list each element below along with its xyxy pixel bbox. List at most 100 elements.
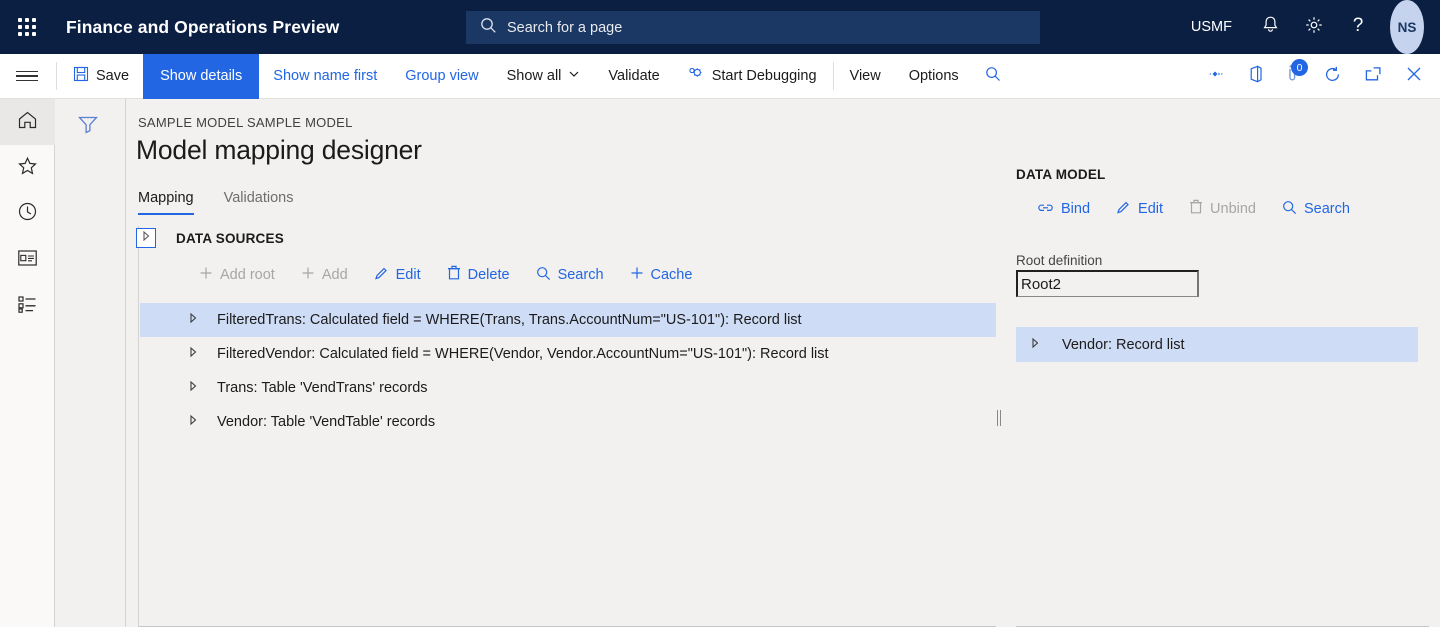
- root-definition-label: Root definition: [1016, 253, 1103, 268]
- sidebar-item-recent[interactable]: [0, 191, 55, 237]
- page-title: Model mapping designer: [136, 135, 422, 165]
- pencil-icon: [1116, 200, 1131, 219]
- data-model-heading: DATA MODEL: [1016, 167, 1106, 182]
- chevron-right-icon[interactable]: [1030, 336, 1040, 354]
- company-selector[interactable]: USMF: [1175, 0, 1248, 54]
- data-source-label: Trans: Table 'VendTrans' records: [217, 380, 428, 396]
- data-source-row[interactable]: Trans: Table 'VendTrans' records: [140, 371, 996, 405]
- filter-icon: [77, 114, 99, 139]
- notes-button[interactable]: 0: [1274, 54, 1312, 98]
- unbind-button[interactable]: Unbind: [1176, 194, 1269, 224]
- add-root-button[interactable]: Add root: [186, 260, 288, 290]
- edit-binding-button[interactable]: Edit: [1103, 194, 1176, 224]
- data-source-row[interactable]: Vendor: Table 'VendTable' records: [140, 405, 996, 439]
- global-search-input[interactable]: Search for a page: [466, 11, 1040, 44]
- sidebar-item-workspaces[interactable]: [0, 237, 55, 283]
- data-model-panel: DATA MODEL Bind Edit Unbind Search Root …: [1016, 167, 1429, 627]
- tab-validations[interactable]: Validations: [224, 190, 294, 215]
- star-icon: [17, 156, 38, 181]
- main-content-area: SAMPLE MODEL SAMPLE MODEL Model mapping …: [127, 99, 1440, 627]
- validate-button[interactable]: Validate: [594, 54, 673, 98]
- data-source-label: FilteredVendor: Calculated field = WHERE…: [217, 346, 829, 362]
- page-tabs: Mapping Validations: [138, 190, 293, 215]
- group-view-button[interactable]: Group view: [391, 54, 492, 98]
- view-label: View: [849, 68, 881, 84]
- delete-data-source-button[interactable]: Delete: [434, 260, 523, 290]
- search-icon: [480, 17, 497, 39]
- notifications-button[interactable]: [1248, 0, 1292, 54]
- close-button[interactable]: [1394, 54, 1434, 98]
- save-button[interactable]: Save: [59, 54, 143, 98]
- search-icon: [985, 66, 1001, 86]
- tab-mapping[interactable]: Mapping: [138, 190, 194, 215]
- data-source-row[interactable]: FilteredVendor: Calculated field = WHERE…: [140, 337, 996, 371]
- search-data-model-button[interactable]: Search: [1269, 194, 1363, 224]
- avatar[interactable]: NS: [1390, 0, 1424, 54]
- gear-icon: [1304, 15, 1324, 40]
- navigation-menu-button[interactable]: [0, 54, 54, 98]
- search-icon: [1282, 200, 1297, 219]
- add-button[interactable]: Add: [288, 260, 361, 290]
- expand-panel-button[interactable]: [136, 228, 156, 248]
- chevron-right-icon[interactable]: [188, 380, 198, 396]
- avatar-initials: NS: [1397, 19, 1417, 35]
- settings-button[interactable]: [1292, 0, 1336, 54]
- show-details-button[interactable]: Show details: [143, 53, 260, 99]
- filter-button[interactable]: [73, 111, 103, 141]
- chevron-right-icon[interactable]: [188, 312, 198, 328]
- office-icon: [1248, 65, 1263, 87]
- chevron-right-icon[interactable]: [188, 346, 198, 362]
- search-data-source-button[interactable]: Search: [523, 260, 617, 290]
- left-navigation-rail: [0, 99, 55, 627]
- application-window: Finance and Operations Preview Search fo…: [0, 0, 1440, 627]
- command-bar: Save Show details Show name first Group …: [0, 53, 1440, 99]
- help-button[interactable]: ?: [1336, 0, 1380, 54]
- app-launcher-button[interactable]: [0, 0, 54, 54]
- data-model-row-label: Vendor: Record list: [1062, 336, 1185, 353]
- data-sources-tree: FilteredTrans: Calculated field = WHERE(…: [140, 303, 996, 439]
- sidebar-item-home[interactable]: [0, 99, 55, 145]
- add-label: Add: [321, 267, 348, 283]
- sidebar-item-favorites[interactable]: [0, 145, 55, 191]
- notes-badge: 0: [1291, 59, 1308, 76]
- show-name-first-button[interactable]: Show name first: [259, 54, 391, 98]
- hamburger-icon: [16, 68, 38, 84]
- command-bar-right-actions: 0: [1195, 54, 1440, 98]
- close-icon: [1405, 65, 1423, 87]
- filter-strip: [56, 99, 126, 627]
- attachments-button[interactable]: [1195, 54, 1237, 98]
- trash-icon: [447, 265, 461, 285]
- open-in-new-window-button[interactable]: [1353, 54, 1394, 98]
- data-sources-panel: DATA SOURCES Add root Add Edit Delete Se…: [136, 226, 996, 627]
- show-all-dropdown[interactable]: Show all: [493, 54, 595, 98]
- data-model-row[interactable]: Vendor: Record list: [1016, 327, 1418, 362]
- view-button[interactable]: View: [836, 54, 895, 98]
- start-debugging-button[interactable]: Start Debugging: [674, 54, 831, 98]
- tab-mapping-label: Mapping: [138, 190, 194, 206]
- plus-icon: [199, 266, 213, 284]
- root-definition-input[interactable]: [1016, 270, 1199, 297]
- options-button[interactable]: Options: [895, 54, 973, 98]
- bind-button[interactable]: Bind: [1024, 194, 1103, 224]
- edit-data-source-button[interactable]: Edit: [361, 260, 434, 290]
- command-search-button[interactable]: [973, 54, 1013, 98]
- data-model-toolbar: Bind Edit Unbind Search: [1024, 194, 1363, 224]
- data-sources-heading: DATA SOURCES: [176, 231, 284, 246]
- cache-button[interactable]: Cache: [617, 260, 706, 290]
- workspace-icon: [17, 249, 38, 272]
- edit-label: Edit: [395, 267, 421, 283]
- search-label: Search: [1303, 201, 1350, 217]
- save-icon: [73, 66, 89, 86]
- show-all-label: Show all: [506, 68, 562, 84]
- refresh-button[interactable]: [1312, 54, 1353, 98]
- sidebar-item-modules[interactable]: [0, 283, 55, 329]
- tab-validations-label: Validations: [223, 190, 294, 206]
- open-in-office-button[interactable]: [1237, 54, 1274, 98]
- data-source-row[interactable]: FilteredTrans: Calculated field = WHERE(…: [140, 303, 996, 337]
- plus-icon: [301, 266, 315, 284]
- command-bar-divider-2: [832, 62, 834, 90]
- data-sources-toolbar: Add root Add Edit Delete Search Cache: [186, 260, 705, 290]
- panel-splitter[interactable]: [996, 410, 1002, 426]
- start-debugging-label: Start Debugging: [711, 68, 817, 84]
- chevron-right-icon[interactable]: [188, 414, 198, 430]
